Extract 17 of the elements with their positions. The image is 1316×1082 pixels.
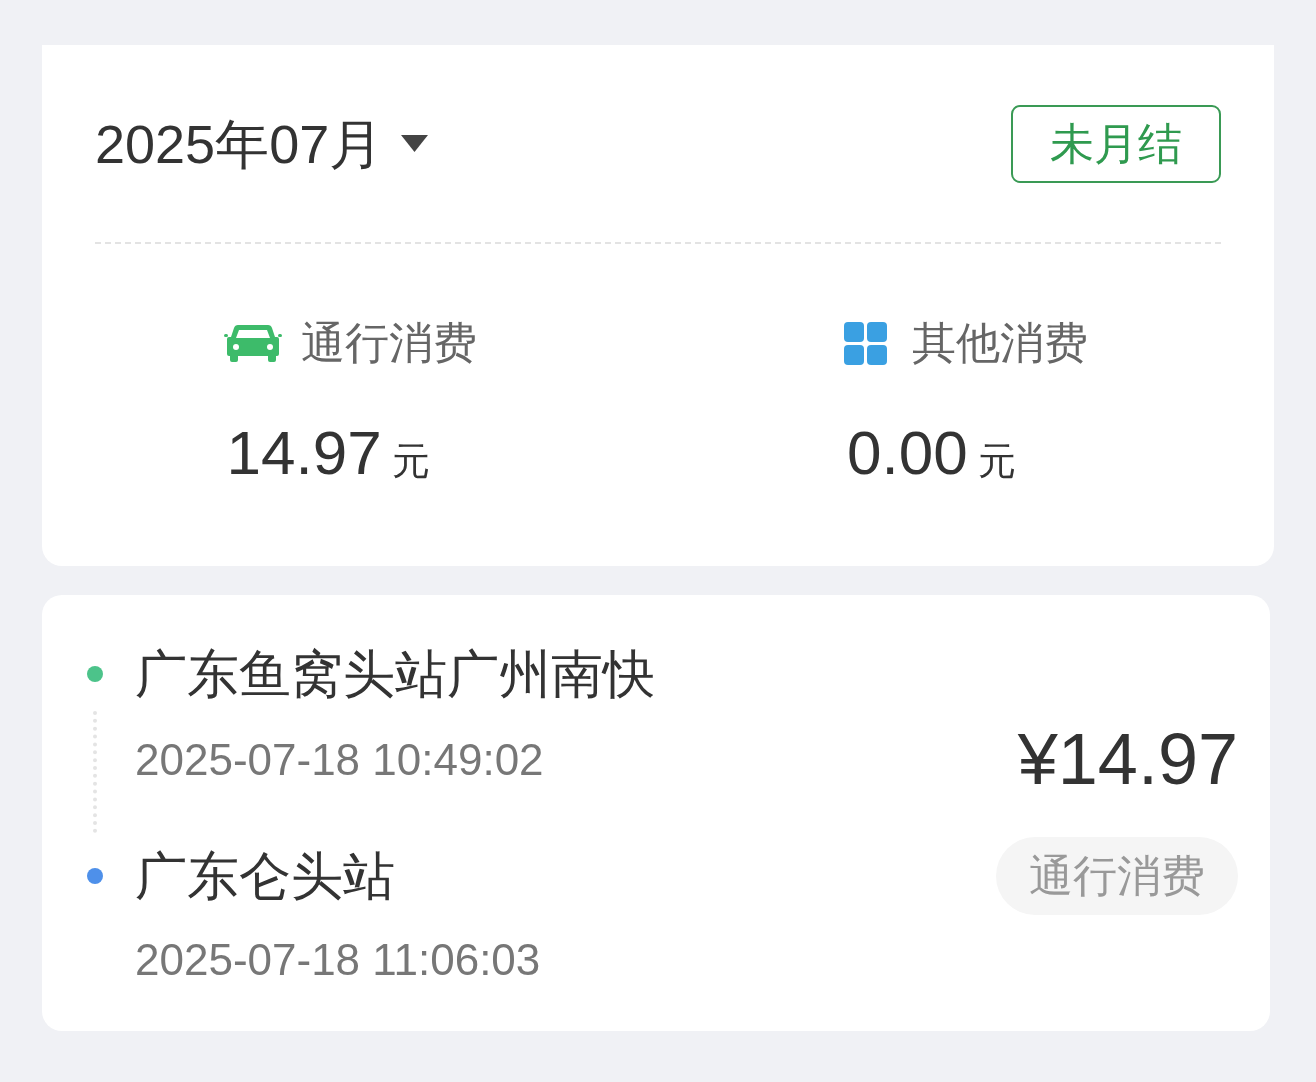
currency-unit: 元 [391,439,430,483]
grid-icon [844,321,887,365]
summary-label: 其他消费 [912,318,1088,368]
entry-time: 2025-07-18 10:49:02 [135,735,544,785]
month-dropdown[interactable]: 2025年07月 [95,111,429,176]
trip-amount: ¥14.97 [1017,719,1238,799]
exit-station: 广东仑头站 [135,846,395,906]
entry-station: 广东鱼窝头站广州南快 [135,644,655,704]
summary-label: 通行消费 [300,318,477,368]
status-badge: 未月结 [1011,104,1221,183]
category-tag: 通行消费 [996,837,1238,915]
currency-unit: 元 [977,439,1016,483]
summary-amount: 0.00 [847,418,968,488]
exit-time: 2025-07-18 11:06:03 [135,935,542,985]
summary-amount: 14.97 [226,418,382,488]
car-icon [223,323,282,363]
caret-icon [401,135,429,152]
